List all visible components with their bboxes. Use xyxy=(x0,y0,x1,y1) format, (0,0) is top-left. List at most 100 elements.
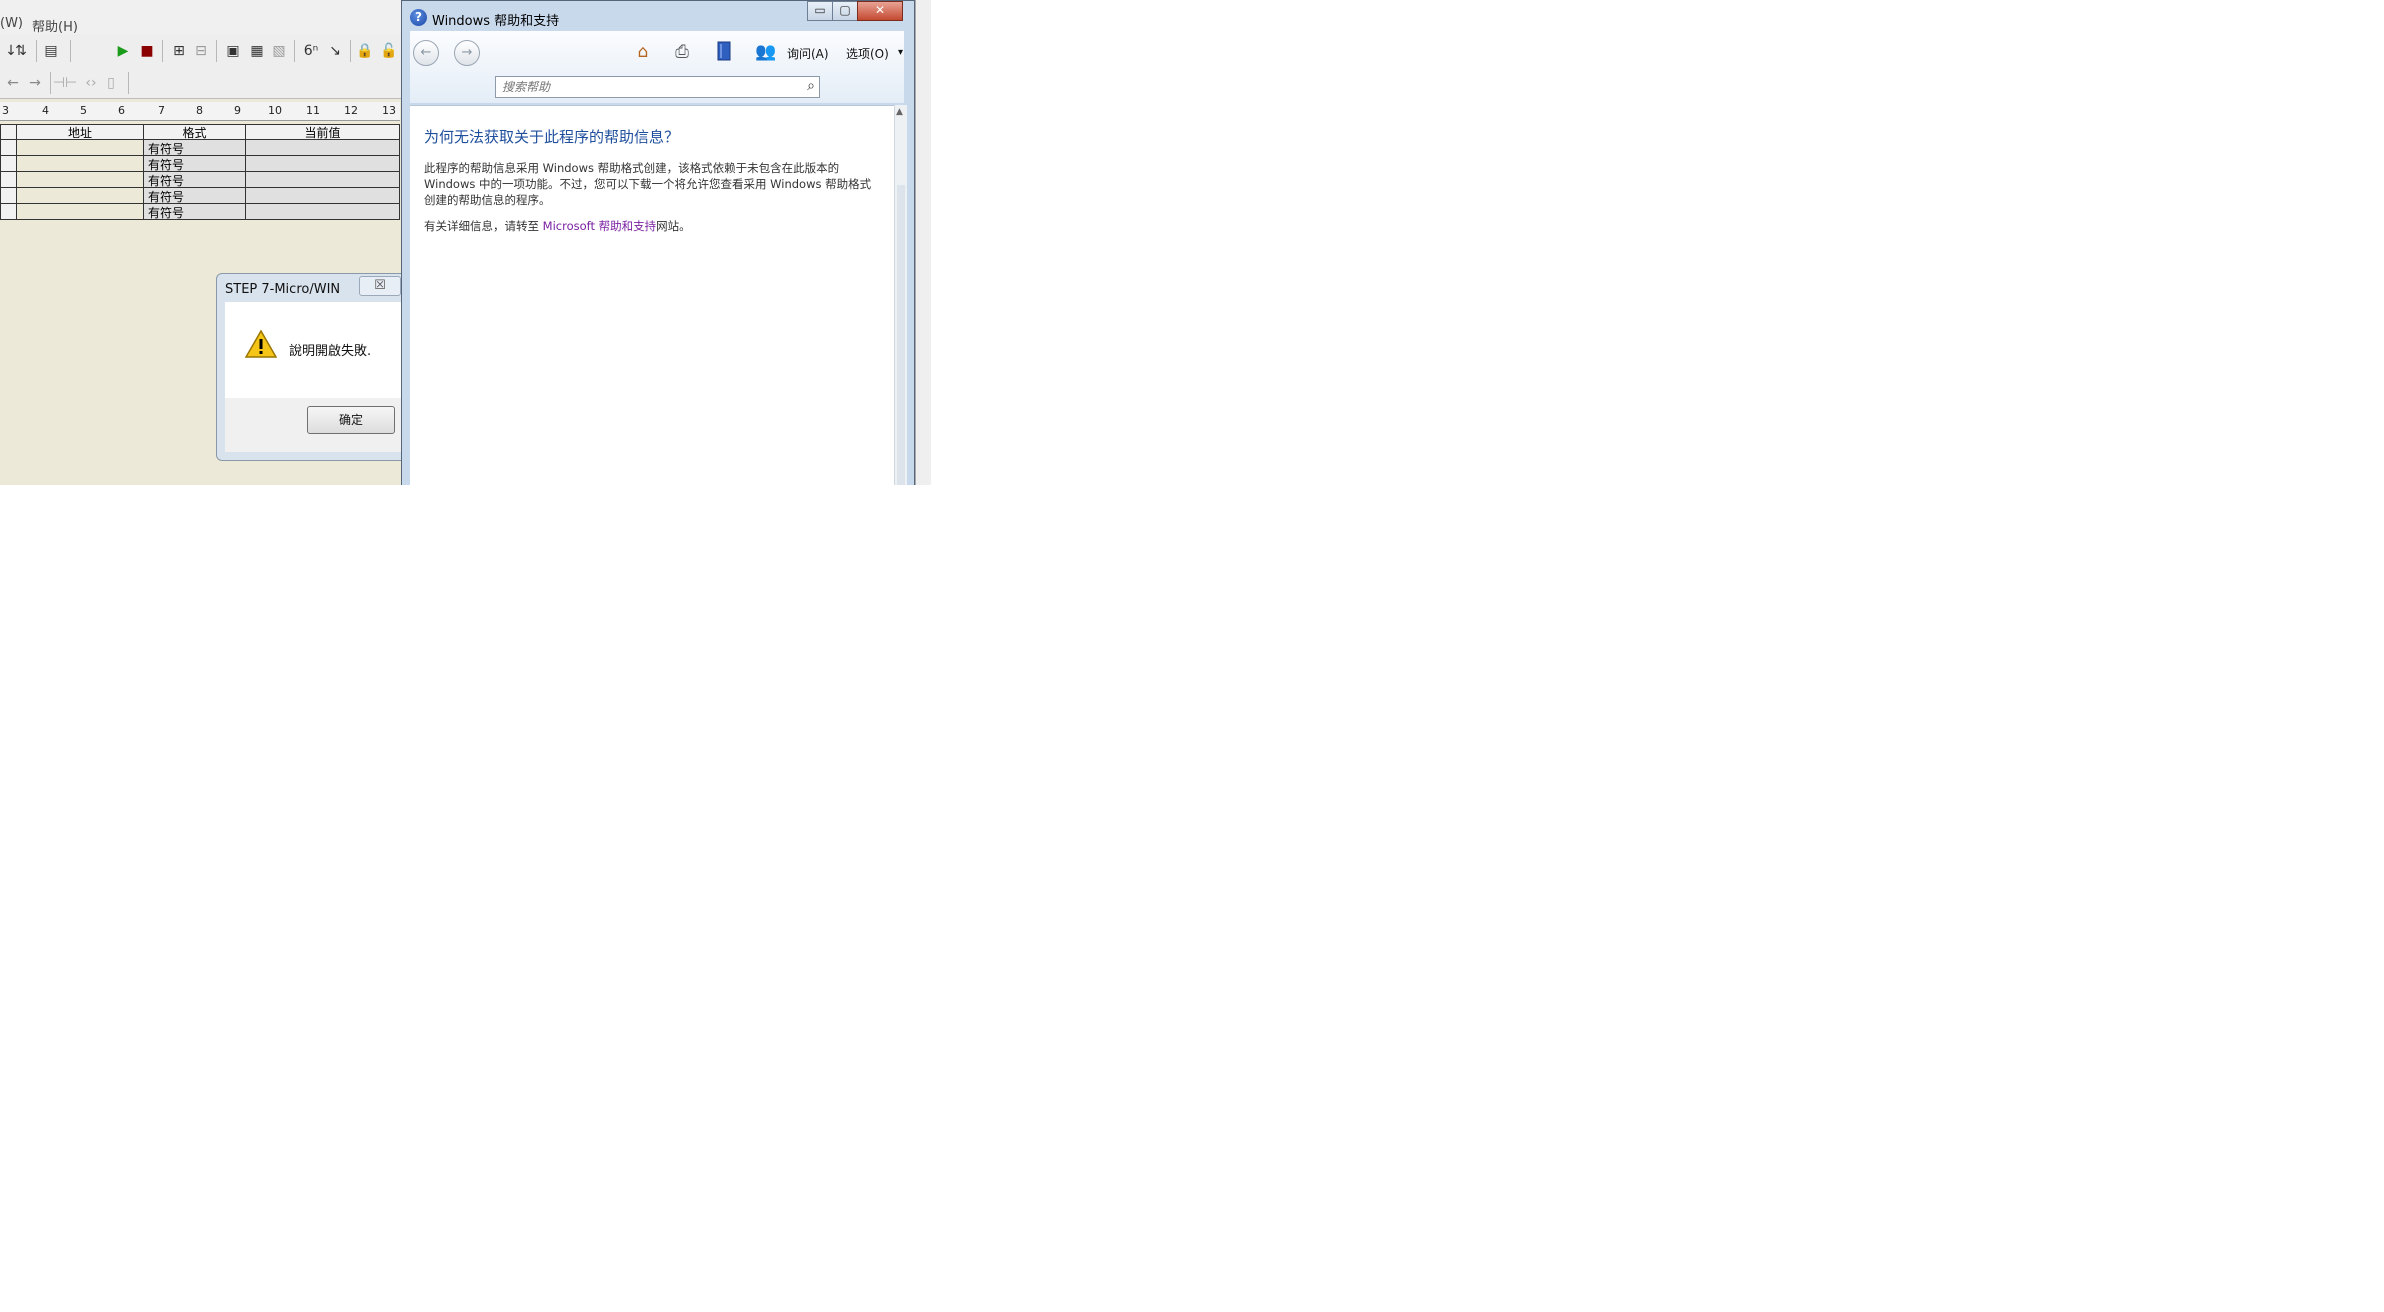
back-arrow-icon[interactable]: ← xyxy=(2,72,24,94)
row-header[interactable] xyxy=(0,203,17,220)
force-icon[interactable]: 6ⁿ xyxy=(300,40,322,62)
address-cell[interactable] xyxy=(16,187,144,204)
help-toolbar: ← → ⌂ ⎙ 👥 询问(A) 选项(O) ▾ ⌕ xyxy=(410,31,904,103)
help-content: 为何无法获取关于此程序的帮助信息？ 此程序的帮助信息采用 Windows 帮助格… xyxy=(410,105,894,485)
ruler-tick: 8 xyxy=(196,104,203,117)
browse-help-icon[interactable] xyxy=(712,41,736,63)
search-input[interactable] xyxy=(502,79,792,95)
scroll-up-icon[interactable]: ▲ xyxy=(896,107,903,117)
unforce-icon[interactable]: ↘ xyxy=(324,40,346,62)
ask-menu[interactable]: 询问(A) xyxy=(787,45,829,62)
toolbar-divider xyxy=(70,40,71,62)
coil-icon[interactable]: ‹› xyxy=(80,72,102,94)
ruler-tick: 11 xyxy=(306,104,320,117)
help-question-icon: ? xyxy=(410,9,427,26)
trend-view-icon[interactable]: ▣ xyxy=(222,40,244,62)
help-window-title: Windows 帮助和支持 xyxy=(432,14,560,29)
row-header-corner xyxy=(0,124,17,140)
ok-button[interactable]: 确定 xyxy=(307,406,395,434)
minimize-button[interactable]: ▭ xyxy=(807,1,833,21)
background-window-edge xyxy=(915,0,931,485)
dialog-message: 說明開啟失敗. xyxy=(289,344,372,359)
ruler-tick: 7 xyxy=(158,104,165,117)
stop-icon[interactable]: ■ xyxy=(136,40,158,62)
toolbar-divider xyxy=(36,40,37,62)
maximize-button[interactable]: ▢ xyxy=(832,1,858,21)
column-header-format[interactable]: 格式 xyxy=(143,124,246,140)
column-header-address[interactable]: 地址 xyxy=(16,124,144,140)
format-cell[interactable]: 有符号 xyxy=(143,139,246,156)
close-button[interactable]: ✕ xyxy=(857,1,903,21)
forward-arrow-icon[interactable]: → xyxy=(24,72,46,94)
ruler-tick: 4 xyxy=(42,104,49,117)
toolbar-divider xyxy=(50,72,51,94)
microsoft-help-link[interactable]: Microsoft 帮助和支持 xyxy=(543,219,657,233)
more-info-text: 有关详细信息，请转至 xyxy=(424,219,543,233)
contact-icon[interactable]: ⊣⊢ xyxy=(53,72,77,94)
format-cell[interactable]: 有符号 xyxy=(143,203,246,220)
column-header-current-value[interactable]: 当前值 xyxy=(245,124,400,140)
value-cell xyxy=(245,171,400,188)
toolbar-divider xyxy=(128,72,129,94)
chart-status-icon[interactable]: ⊟ xyxy=(190,40,212,62)
row-header[interactable] xyxy=(0,171,17,188)
forward-button[interactable]: → xyxy=(454,40,480,66)
value-cell xyxy=(245,187,400,204)
ruler-tick: 5 xyxy=(80,104,87,117)
ask-icon[interactable]: 👥 xyxy=(754,41,778,63)
menu-help[interactable]: 帮助(H) xyxy=(32,16,78,35)
article-more-info: 有关详细信息，请转至 Microsoft 帮助和支持网站。 xyxy=(424,218,691,234)
ruler-tick: 6 xyxy=(118,104,125,117)
menu-window[interactable]: (W) xyxy=(0,16,23,31)
scroll-thumb[interactable] xyxy=(897,185,905,485)
toolbar-divider xyxy=(350,40,351,62)
write-all-icon[interactable]: ▧ xyxy=(268,40,290,62)
toolbar-divider xyxy=(294,40,295,62)
print-icon[interactable]: ⎙ xyxy=(670,41,694,63)
options-icon[interactable]: ▤ xyxy=(40,40,62,62)
address-cell[interactable] xyxy=(16,139,144,156)
ruler-tick: 12 xyxy=(344,104,358,117)
row-header[interactable] xyxy=(0,139,17,156)
lock-icon[interactable]: 🔒 xyxy=(354,40,376,62)
warning-icon xyxy=(245,330,277,358)
read-all-icon[interactable]: ▦ xyxy=(246,40,268,62)
value-cell xyxy=(245,203,400,220)
unlock-icon[interactable]: 🔓 xyxy=(378,40,400,62)
chevron-down-icon[interactable]: ▾ xyxy=(898,47,903,58)
more-info-suffix: 网站。 xyxy=(656,219,691,233)
content-scrollbar[interactable]: ▲ xyxy=(894,105,907,485)
dialog-title: STEP 7-Micro/WIN xyxy=(225,282,341,297)
address-cell[interactable] xyxy=(16,171,144,188)
error-dialog: STEP 7-Micro/WIN ☒ 說明開啟失敗. 确定 xyxy=(216,273,404,461)
format-cell[interactable]: 有符号 xyxy=(143,155,246,172)
value-cell xyxy=(245,139,400,156)
box-icon[interactable]: ▯ xyxy=(100,72,122,94)
article-heading: 为何无法获取关于此程序的帮助信息？ xyxy=(424,128,680,146)
options-menu[interactable]: 选项(O) xyxy=(846,45,889,62)
dialog-close-button[interactable]: ☒ xyxy=(359,276,401,296)
ruler-tick: 13 xyxy=(382,104,396,117)
format-cell[interactable]: 有符号 xyxy=(143,187,246,204)
run-icon[interactable]: ▶ xyxy=(112,40,134,62)
address-cell[interactable] xyxy=(16,203,144,220)
article-paragraph: 此程序的帮助信息采用 Windows 帮助格式创建，该格式依赖于未包含在此版本的… xyxy=(424,161,872,207)
value-cell xyxy=(245,155,400,172)
home-icon[interactable]: ⌂ xyxy=(631,41,655,63)
ruler-tick: 10 xyxy=(268,104,282,117)
format-cell[interactable]: 有符号 xyxy=(143,171,246,188)
row-header[interactable] xyxy=(0,155,17,172)
ruler-tick: 9 xyxy=(234,104,241,117)
help-window: ? Windows 帮助和支持 ▭ ▢ ✕ ← → ⌂ ⎙ 👥 询问(A) 选项… xyxy=(401,0,915,485)
address-cell[interactable] xyxy=(16,155,144,172)
search-icon[interactable]: ⌕ xyxy=(807,78,815,94)
sort-asc-icon[interactable]: ⇅ xyxy=(10,40,32,62)
ruler-tick: 3 xyxy=(2,104,9,117)
program-status-icon[interactable]: ⊞ xyxy=(168,40,190,62)
ruler: 3 4 5 6 7 8 9 10 11 12 13 xyxy=(0,102,400,121)
search-box[interactable]: ⌕ xyxy=(495,76,820,98)
toolbar-divider xyxy=(162,40,163,62)
row-header[interactable] xyxy=(0,187,17,204)
toolbar-divider xyxy=(216,40,217,62)
back-button[interactable]: ← xyxy=(413,40,439,66)
